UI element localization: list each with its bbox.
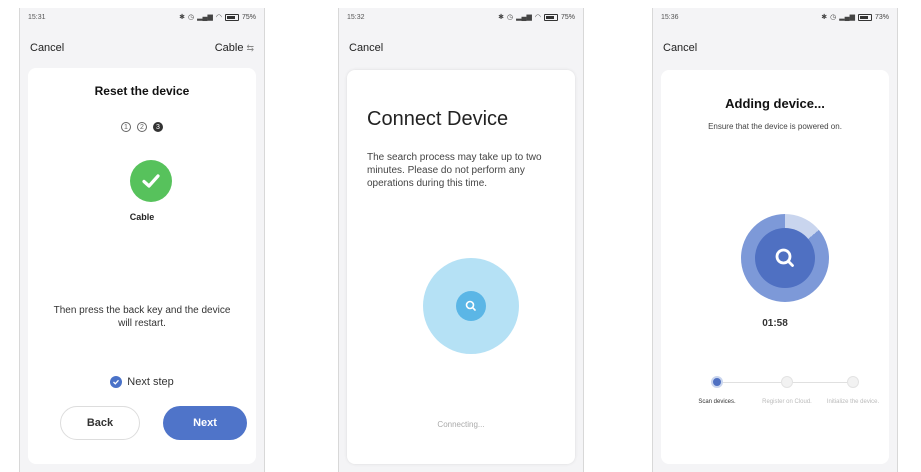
signal-icon: ▂▄▆ [516,14,532,21]
status-bar: 15:31 ✱ ◷ ▂▄▆ ◠ 75% [20,8,264,26]
status-time: 15:32 [347,13,365,21]
mode-label: Cable [214,42,244,54]
countdown-timer: 01:58 [762,318,788,329]
signal-icon: ▂▄▆ [839,14,855,21]
top-nav: Cancel [339,38,583,58]
status-bar: 15:36 ✱ ◷ ▂▄▆ 73% [653,8,897,26]
progress-label-scan: Scan devices. [698,399,736,405]
bluetooth-icon: ✱ [498,14,505,21]
description-text: The search process may take up to two mi… [367,152,542,189]
wifi-icon: ◠ [534,14,541,21]
mode-switch[interactable]: Cable ⇆ [215,42,254,54]
alarm-icon: ◷ [830,14,837,21]
status-icons: ✱ ◷ ▂▄▆ ◠ 75% [498,13,575,21]
battery-icon [857,13,872,21]
cancel-link[interactable]: Cancel [30,42,64,54]
signal-icon: ▂▄▆ [197,14,213,21]
page-title: Connect Device [367,108,509,130]
bluetooth-icon: ✱ [821,14,828,21]
cancel-link[interactable]: Cancel [663,42,697,54]
status-bar: 15:32 ✱ ◷ ▂▄▆ ◠ 75% [339,8,583,26]
page-title: Adding device... [725,96,825,111]
battery-icon [543,13,558,21]
battery-percent: 75% [241,13,256,21]
progress-label-register: Register on Cloud. [762,399,812,405]
back-button[interactable]: Back [60,406,140,440]
bluetooth-icon: ✱ [179,14,186,21]
search-pulse [423,258,519,354]
battery-percent: 75% [560,13,575,21]
checked-icon [110,376,123,388]
alarm-icon: ◷ [188,14,195,21]
status-icons: ✱ ◷ ▂▄▆ 73% [821,13,889,21]
progress-node-scan [711,376,723,388]
wifi-icon: ◠ [215,14,222,21]
cancel-link[interactable]: Cancel [349,42,383,54]
progress-node-initialize [847,376,859,388]
next-button[interactable]: Next [163,406,247,440]
next-step-toggle[interactable]: Next step [20,376,264,388]
search-icon [456,291,486,321]
swap-icon: ⇆ [246,42,254,53]
step-indicator: 1 2 3 [20,122,264,132]
status-time: 15:31 [28,13,46,21]
subtitle-text: Ensure that the device is powered on. [708,122,842,131]
device-label: Cable [129,212,155,222]
search-icon [755,228,815,288]
progress-label-initialize: Initialize the device. [826,399,880,405]
step-1: 1 [121,122,131,132]
progress-node-register [781,376,793,388]
instruction-text: Then press the back key and the device w… [53,305,231,329]
page-title: Reset the device [94,84,190,98]
alarm-icon: ◷ [507,14,514,21]
phone-screen-adding: 15:36 ✱ ◷ ▂▄▆ 73% Cancel Adding device..… [652,8,898,472]
battery-percent: 73% [874,13,889,21]
status-time: 15:36 [661,13,679,21]
phone-screen-reset: 15:31 ✱ ◷ ▂▄▆ ◠ 75% Cancel Cable ⇆ Reset… [19,8,265,472]
success-check-icon [130,160,172,202]
progress-ring [741,214,829,302]
battery-icon [224,13,239,21]
next-step-label: Next step [127,376,174,388]
phone-screen-connect: 15:32 ✱ ◷ ▂▄▆ ◠ 75% Cancel Connect Devic… [338,8,584,472]
status-icons: ✱ ◷ ▂▄▆ ◠ 75% [179,13,256,21]
step-3: 3 [153,122,163,132]
status-text: Connecting... [437,420,485,429]
step-2: 2 [137,122,147,132]
top-nav: Cancel Cable ⇆ [20,38,264,58]
top-nav: Cancel [653,38,897,58]
